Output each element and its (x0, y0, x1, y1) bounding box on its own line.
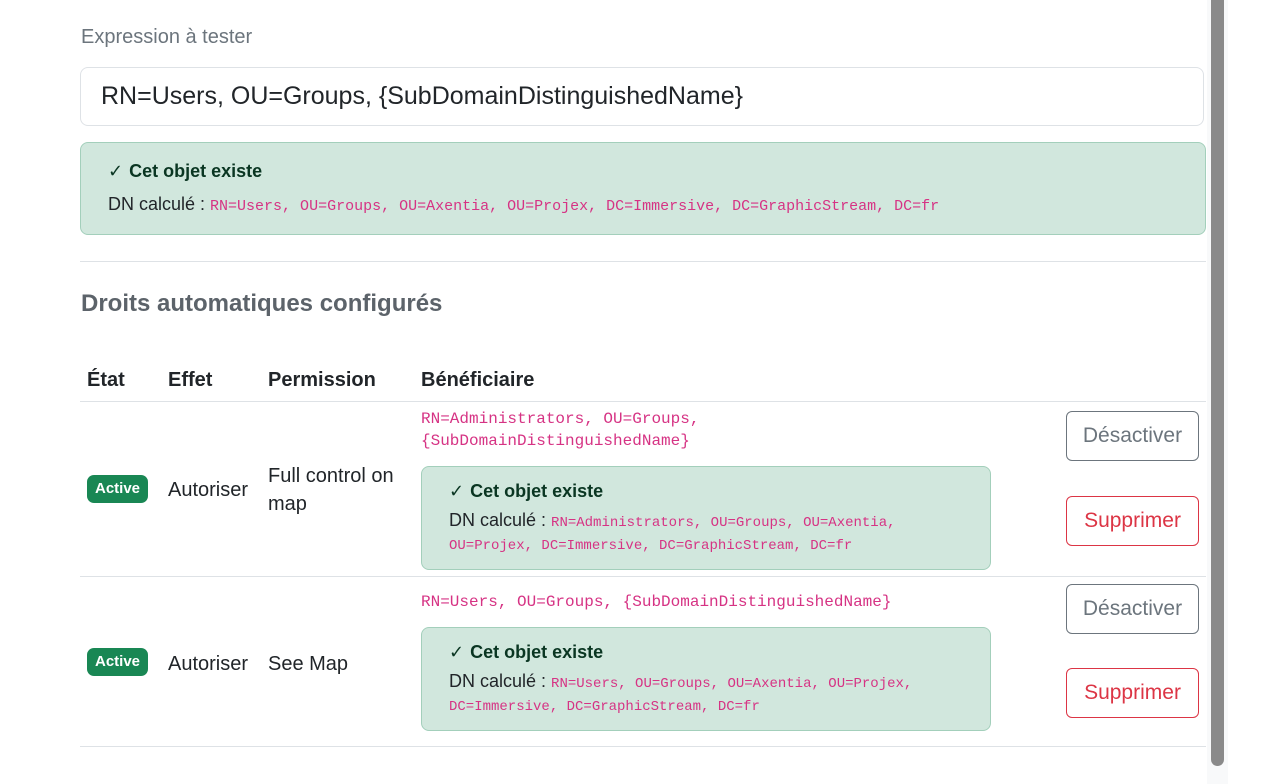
check-title-text: Cet objet existe (470, 481, 604, 501)
scrollbar-thumb[interactable] (1211, 0, 1224, 766)
computed-dn-value: DC=Immersive, DC=GraphicStream, DC=fr (449, 699, 760, 715)
computed-dn-value: RN=Users, OU=Groups, OU=Axentia, OU=Proj… (551, 676, 913, 692)
column-header-state: État (87, 369, 125, 391)
column-header-beneficiary: Bénéficiaire (421, 369, 535, 391)
check-icon: ✓ (449, 642, 465, 662)
check-icon: ✓ (108, 161, 124, 181)
effect-cell: Autoriser (168, 479, 249, 501)
delete-button[interactable]: Supprimer (1066, 668, 1199, 718)
result-title: ✓ Cet objet existe (108, 161, 1178, 182)
header-divider (80, 401, 1206, 402)
beneficiary-cell: RN=Administrators, OU=Groups, {SubDomain… (421, 408, 699, 452)
check-title: ✓ Cet objet existe (449, 642, 963, 663)
permission-cell: See Map (268, 653, 349, 675)
computed-dn-label: DN calculé : (449, 671, 547, 691)
row-divider (80, 576, 1206, 577)
computed-dn: DN calculé : RN=Users, OU=Groups, OU=Axe… (449, 671, 963, 717)
column-header-effect: Effet (168, 369, 213, 391)
computed-dn-value: RN=Users, OU=Groups, OU=Axentia, OU=Proj… (210, 198, 940, 215)
beneficiary-check-alert: ✓ Cet objet existe DN calculé : RN=Admin… (421, 466, 991, 570)
beneficiary-line: {SubDomainDistinguishedName} (421, 432, 690, 450)
computed-dn-label: DN calculé : (449, 510, 547, 530)
result-title-text: Cet objet existe (129, 161, 263, 181)
status-badge: Active (87, 475, 149, 503)
deactivate-button[interactable]: Désactiver (1066, 584, 1199, 634)
delete-button[interactable]: Supprimer (1066, 496, 1199, 546)
expression-input[interactable] (80, 67, 1204, 126)
check-title: ✓ Cet objet existe (449, 481, 963, 502)
beneficiary-check-alert: ✓ Cet objet existe DN calculé : RN=Users… (421, 627, 991, 731)
computed-dn: DN calculé : RN=Users, OU=Groups, OU=Axe… (108, 194, 1178, 217)
computed-dn-value: OU=Projex, DC=Immersive, DC=GraphicStrea… (449, 538, 853, 554)
deactivate-button[interactable]: Désactiver (1066, 411, 1199, 461)
computed-dn-label: DN calculé : (108, 194, 206, 214)
status-badge: Active (87, 648, 149, 676)
beneficiary-cell: RN=Users, OU=Groups, {SubDomainDistingui… (421, 591, 891, 613)
beneficiary-line: RN=Users, OU=Groups, {SubDomainDistingui… (421, 593, 892, 611)
computed-dn: DN calculé : RN=Administrators, OU=Group… (449, 510, 963, 556)
page: Expression à tester ✓ Cet objet existe D… (0, 0, 1287, 784)
check-title-text: Cet objet existe (470, 642, 604, 662)
check-icon: ✓ (449, 481, 465, 501)
section-divider (80, 261, 1206, 262)
expression-label: Expression à tester (81, 26, 253, 48)
expression-result-alert: ✓ Cet objet existe DN calculé : RN=Users… (80, 142, 1206, 235)
row-divider (80, 746, 1206, 747)
permission-cell: Full control on map (268, 465, 394, 515)
effect-cell: Autoriser (168, 653, 249, 675)
beneficiary-line: RN=Administrators, OU=Groups, (421, 410, 700, 428)
section-title: Droits automatiques configurés (81, 290, 443, 317)
computed-dn-value: RN=Administrators, OU=Groups, OU=Axentia… (551, 515, 896, 531)
column-header-permission: Permission (268, 369, 376, 391)
